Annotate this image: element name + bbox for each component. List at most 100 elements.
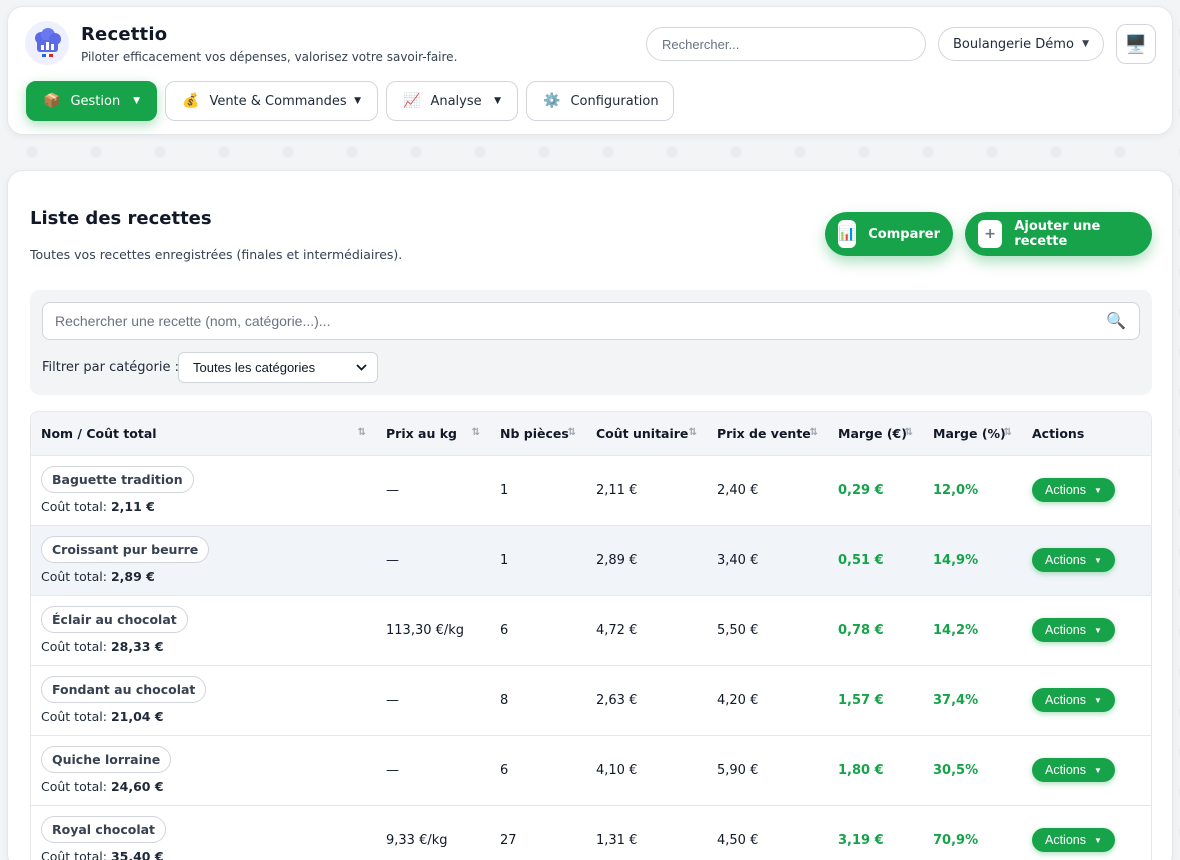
table-row[interactable]: Éclair au chocolat Coût total: 28,33 € 1…	[31, 595, 1151, 666]
chef-hat-chart-icon	[35, 28, 61, 57]
cell-name: Fondant au chocolat Coût total: 21,04 €	[31, 665, 376, 736]
add-recipe-label: Ajouter une recette	[1014, 219, 1101, 249]
nav-analyse[interactable]: 📈 Analyse ▼	[386, 81, 518, 121]
cell-price-kg: —	[376, 665, 490, 736]
column-header-pieces[interactable]: Nb pièces ⇅	[490, 412, 586, 456]
cell-price-kg: —	[376, 525, 490, 596]
cell-name: Quiche lorraine Coût total: 24,60 €	[31, 735, 376, 806]
column-header-name[interactable]: Nom / Coût total ⇅	[31, 412, 376, 456]
search-icon[interactable]: 🔍	[1106, 311, 1126, 330]
recipe-name-chip[interactable]: Baguette tradition	[41, 466, 194, 493]
table-row[interactable]: Quiche lorraine Coût total: 24,60 € — 6 …	[31, 735, 1151, 806]
chart-up-icon: 📈	[403, 93, 421, 109]
table-row[interactable]: Fondant au chocolat Coût total: 21,04 € …	[31, 665, 1151, 736]
chevron-down-icon	[356, 364, 367, 371]
compare-button[interactable]: 📊 Comparer	[825, 212, 953, 256]
cell-actions: Actions ▼	[1022, 595, 1151, 666]
actions-dropdown-button[interactable]: Actions ▼	[1032, 548, 1115, 572]
recipe-name-chip[interactable]: Fondant au chocolat	[41, 676, 207, 703]
recipes-panel: Liste des recettes Toutes vos recettes e…	[7, 170, 1173, 860]
actions-dropdown-button[interactable]: Actions ▼	[1032, 478, 1115, 502]
cell-actions: Actions ▼	[1022, 805, 1151, 860]
compare-label: Comparer	[868, 226, 940, 242]
cell-margin-eur: 0,29 €	[828, 455, 923, 526]
cell-sale-price: 4,20 €	[707, 665, 828, 736]
total-cost: Coût total: 35,40 €	[41, 849, 164, 860]
table-row[interactable]: Royal chocolat Coût total: 35,40 € 9,33 …	[31, 805, 1151, 860]
nav-gestion-label: Gestion	[70, 93, 121, 109]
table-row[interactable]: Baguette tradition Coût total: 2,11 € — …	[31, 455, 1151, 526]
add-recipe-button[interactable]: + Ajouter une recette	[965, 212, 1152, 256]
chevron-down-icon: ▼	[1094, 695, 1102, 705]
cell-actions: Actions ▼	[1022, 665, 1151, 736]
sort-icon[interactable]: ⇅	[568, 427, 576, 438]
page-subtitle: Toutes vos recettes enregistrées (finale…	[30, 247, 403, 262]
actions-dropdown-button[interactable]: Actions ▼	[1032, 618, 1115, 642]
display-mode-button[interactable]: 🖥️	[1116, 24, 1156, 64]
cell-price-kg: 113,30 €/kg	[376, 595, 490, 666]
recipe-name-chip[interactable]: Royal chocolat	[41, 816, 167, 843]
app-logo	[25, 21, 69, 65]
column-header-price-kg[interactable]: Prix au kg ⇅	[376, 412, 490, 456]
cell-actions: Actions ▼	[1022, 455, 1151, 526]
cell-margin-pct: 14,9%	[923, 525, 1022, 596]
cell-name: Baguette tradition Coût total: 2,11 €	[31, 455, 376, 526]
plus-icon: +	[978, 220, 1003, 248]
column-header-unit-cost[interactable]: Coût unitaire ⇅	[586, 412, 707, 456]
cell-actions: Actions ▼	[1022, 525, 1151, 596]
column-header-margin-eur[interactable]: Marge (€) ⇅	[828, 412, 923, 456]
recipe-name-chip[interactable]: Croissant pur beurre	[41, 536, 210, 563]
global-search-input[interactable]	[646, 27, 926, 61]
nav-configuration[interactable]: ⚙️ Configuration	[526, 81, 674, 121]
cell-pieces: 1	[490, 525, 586, 596]
actions-dropdown-button[interactable]: Actions ▼	[1032, 828, 1115, 852]
category-filter-label: Filtrer par catégorie :	[42, 360, 179, 375]
cell-sale-price: 4,50 €	[707, 805, 828, 860]
total-cost: Coût total: 28,33 €	[41, 639, 164, 654]
cell-margin-pct: 12,0%	[923, 455, 1022, 526]
chevron-down-icon: ▼	[494, 96, 501, 106]
table-row[interactable]: Croissant pur beurre Coût total: 2,89 € …	[31, 525, 1151, 596]
cell-unit-cost: 4,10 €	[586, 735, 707, 806]
cell-margin-pct: 30,5%	[923, 735, 1022, 806]
chevron-down-icon: ▼	[354, 96, 361, 106]
chevron-down-icon: ▼	[1082, 39, 1089, 49]
chevron-down-icon: ▼	[1094, 485, 1102, 495]
nav-gestion[interactable]: 📦 Gestion ▼	[26, 81, 157, 121]
sort-icon[interactable]: ⇅	[689, 427, 697, 438]
category-select[interactable]: Toutes les catégories	[178, 352, 378, 383]
cell-pieces: 6	[490, 735, 586, 806]
sort-icon[interactable]: ⇅	[810, 427, 818, 438]
cell-name: Croissant pur beurre Coût total: 2,89 €	[31, 525, 376, 596]
bar-chart-icon: 📊	[838, 220, 857, 248]
actions-dropdown-button[interactable]: Actions ▼	[1032, 758, 1115, 782]
money-bag-icon: 💰	[182, 93, 200, 109]
total-cost: Coût total: 24,60 €	[41, 779, 164, 794]
column-header-sale-price[interactable]: Prix de vente ⇅	[707, 412, 828, 456]
app-tagline: Piloter efficacement vos dépenses, valor…	[81, 50, 458, 64]
monitor-icon: 🖥️	[1124, 33, 1148, 55]
nav-analyse-label: Analyse	[430, 93, 482, 109]
filter-panel: 🔍 Filtrer par catégorie : Toutes les cat…	[30, 290, 1152, 395]
cell-unit-cost: 2,63 €	[586, 665, 707, 736]
page-title: Liste des recettes	[30, 208, 212, 229]
recipe-name-chip[interactable]: Éclair au chocolat	[41, 606, 188, 633]
cell-pieces: 6	[490, 595, 586, 666]
sort-icon[interactable]: ⇅	[905, 427, 913, 438]
sort-icon[interactable]: ⇅	[358, 427, 366, 438]
bakery-name: Boulangerie Démo	[953, 36, 1074, 52]
total-cost: Coût total: 2,11 €	[41, 499, 155, 514]
column-header-margin-pct[interactable]: Marge (%) ⇅	[923, 412, 1022, 456]
recipe-name-chip[interactable]: Quiche lorraine	[41, 746, 172, 773]
actions-dropdown-button[interactable]: Actions ▼	[1032, 688, 1115, 712]
bakery-selector[interactable]: Boulangerie Démo ▼	[938, 27, 1104, 61]
cell-pieces: 8	[490, 665, 586, 736]
cell-name: Royal chocolat Coût total: 35,40 €	[31, 805, 376, 860]
nav-vente-commandes[interactable]: 💰 Vente & Commandes ▼	[165, 81, 378, 121]
cell-sale-price: 5,50 €	[707, 595, 828, 666]
cell-sale-price: 3,40 €	[707, 525, 828, 596]
sort-icon[interactable]: ⇅	[472, 427, 480, 438]
sort-icon[interactable]: ⇅	[1004, 427, 1012, 438]
cell-margin-eur: 3,19 €	[828, 805, 923, 860]
recipe-search-input[interactable]	[42, 302, 1140, 340]
